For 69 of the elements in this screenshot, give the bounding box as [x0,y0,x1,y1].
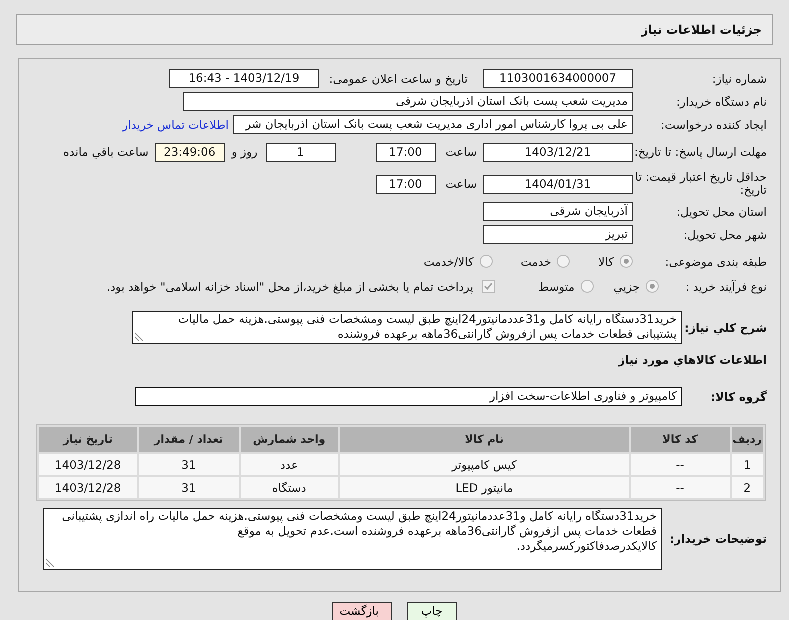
column-header: کد کالا [630,427,730,452]
field-label: نوع فرآیند خرید : [684,280,768,294]
table-cell: 1403/12/28 [39,454,138,475]
field-label: استان محل تحویل: [676,204,768,218]
time-field[interactable]: 17:00 [376,174,436,194]
column-header: تعداد / مقدار [139,427,239,452]
buyer-org-field[interactable]: مدیریت شعب پست بانک استان اذربایجان شرقی [183,92,633,111]
province-field[interactable]: آذربایجان شرقی [483,202,633,221]
field-label: گروه کالا: [710,390,768,404]
radio-label: کالا [598,254,614,268]
column-header: ردیف [732,427,763,452]
notes-box[interactable]: خرید31دستگاه رایانه کامل و31عددمانیتور24اینچ طبق لیست ومشخصات فنی پیوستی.هزینه حمل مالیات راه اندازی پشتیبانی قطعات خدمات پس ازفروش گارانتی36ماهه برعهده فروشنده است.عدم تحویل به موقع کالایکدرصدفاکتورکسرمیگردد. [43,508,662,570]
time-field[interactable]: 17:00 [376,142,436,162]
resize-grip-icon[interactable] [135,332,144,341]
resize-grip-icon[interactable] [46,558,55,567]
column-header: تاریخ نیاز [39,427,138,452]
column-header: واحد شمارش [240,427,338,452]
table-cell: مانیتور LED [340,477,629,498]
announce-datetime-field[interactable]: 1403/12/19 - 16:43 [169,69,320,88]
table-cell: -- [630,454,730,475]
table-cell: عدد [240,454,338,475]
column-header: نام کالا [340,427,629,452]
table-cell: -- [630,477,730,498]
radio-button[interactable] [557,255,570,268]
table-cell: 1 [732,454,763,475]
contact-link[interactable]: اطلاعات تماس خریدار [122,118,229,132]
field-label: ایجاد کننده درخواست: [660,118,768,132]
date-field[interactable]: 1403/12/21 [483,142,633,162]
field-label: مهلت ارسال پاسخ: تا تاریخ: [633,146,768,158]
field-label: شهر محل تحویل: [682,228,768,242]
section-heading: اطلاعات کالاهاي مورد نیاز [618,352,767,366]
radio-button[interactable] [646,280,659,293]
field-label: شرح کلي نیاز: [684,320,768,334]
table-cell: 31 [139,477,239,498]
date-field[interactable]: 1404/01/31 [483,174,633,194]
checkbox[interactable] [482,280,495,293]
field-label: ساعت باقي مانده [64,145,149,159]
radio-label: خدمت [520,254,552,268]
field-label: روز و [232,145,258,159]
radio-label: کالا/خدمت [424,254,474,268]
days-field[interactable]: 1 [266,142,336,162]
radio-button[interactable] [580,280,594,293]
field-label: طبقه بندی موضوعی: [664,254,768,268]
print-button[interactable]: چاپ [407,602,457,620]
field-label: ساعت [446,177,477,191]
radio-label: متوسط [538,280,575,294]
back-button[interactable]: بازگشت [332,602,392,620]
table-cell: 2 [732,477,763,498]
requester-field[interactable]: علی بی پروا کارشناس امور اداری مدیریت شعب پست بانک استان اذربایجان شر [233,115,633,134]
radio-label: جزيي [614,280,640,294]
checkbox-label: پرداخت تمام یا بخشی از مبلغ خرید،از محل "اسناد خزانه اسلامی" خواهد بود. [106,280,474,294]
goods-group-field[interactable]: کامپیوتر و فناوری اطلاعات-سخت افزار [135,387,682,406]
radio-button[interactable] [480,255,493,268]
field-label: شماره نیاز: [711,72,768,86]
need-number-field[interactable]: 1103001634000007 [483,69,633,88]
field-label: توضیحات خریدار: [668,532,768,546]
field-label: حداقل تاریخ اعتبار قیمت: تا تاریخ: [634,171,768,197]
table-cell: 31 [139,454,239,475]
remaining-time-field[interactable]: 23:49:06 [154,142,225,162]
description-box[interactable]: خرید31دستگاه رایانه کامل و31عددمانیتور24اینچ طبق لیست ومشخصات فنی پیوستی.هزینه حمل مالیات پشتیبانی قطعات خدمات پس ازفروش گارانتی36ماهه برعهده فروشنده [132,311,682,344]
table-cell: 1403/12/28 [39,477,138,498]
field-label: تاریخ و ساعت اعلان عمومی: [329,72,468,86]
page-title: جزئیات اطلاعات نیاز [641,22,762,36]
radio-button[interactable] [620,255,633,268]
field-label: ساعت [446,145,477,159]
city-field[interactable]: تبریز [483,225,633,244]
table-cell: کیس کامپیوتر [340,454,629,475]
field-label: نام دستگاه خریدار: [675,94,768,108]
table-cell: دستگاه [240,477,338,498]
